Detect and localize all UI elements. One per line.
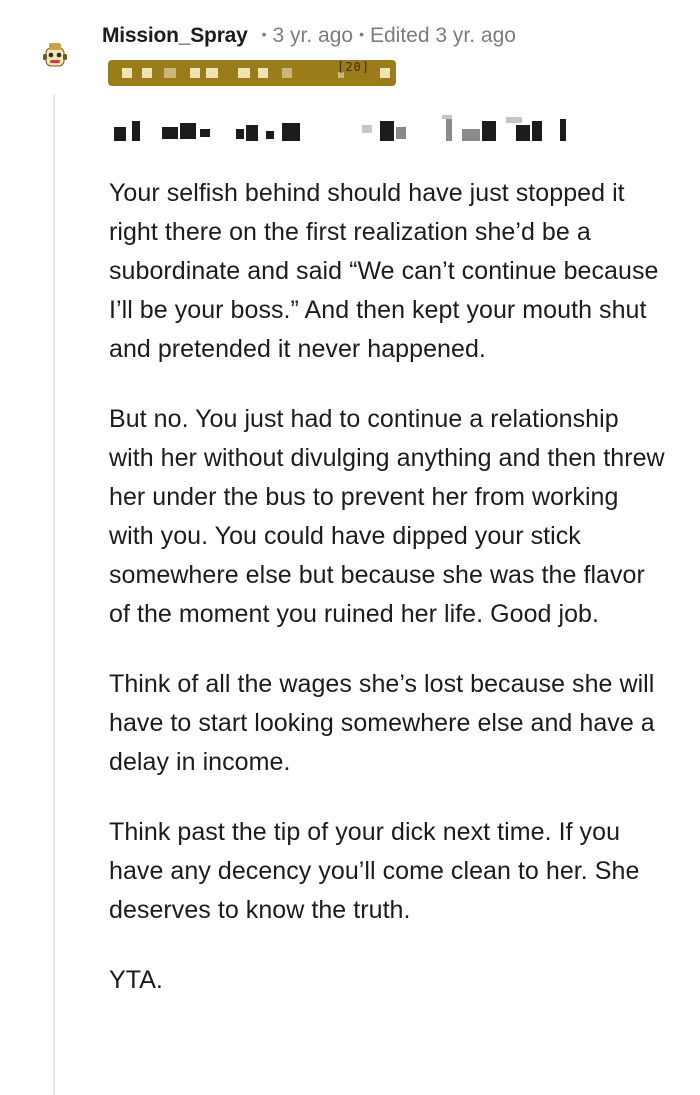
user-flair: [20] <box>108 60 396 86</box>
avatar[interactable] <box>40 40 70 70</box>
author-username[interactable]: Mission_Spray <box>102 24 248 48</box>
separator-dot: • <box>359 26 364 42</box>
comment-paragraph: Your selfish behind should have just sto… <box>109 179 659 363</box>
separator-dot: • <box>261 26 267 42</box>
edited-timestamp: Edited 3 yr. ago <box>370 24 516 47</box>
redacted-text <box>110 115 580 145</box>
comment-paragraph: Think of all the wages she’s lost becaus… <box>109 670 655 776</box>
flair-text: [20] <box>337 60 370 74</box>
post-timestamp[interactable]: 3 yr. ago <box>273 24 354 48</box>
comment-header: Mission_Spray • 3 yr. ago • Edited 3 yr.… <box>102 24 516 48</box>
comment-paragraph: YTA. <box>109 966 163 994</box>
snoo-avatar-icon <box>43 43 67 67</box>
comment-body: Your selfish behind should have just sto… <box>109 174 669 1031</box>
thread-line[interactable] <box>53 95 55 1095</box>
comment-paragraph: Think past the tip of your dick next tim… <box>109 818 640 924</box>
comment-paragraph: But no. You just had to continue a relat… <box>109 405 665 628</box>
